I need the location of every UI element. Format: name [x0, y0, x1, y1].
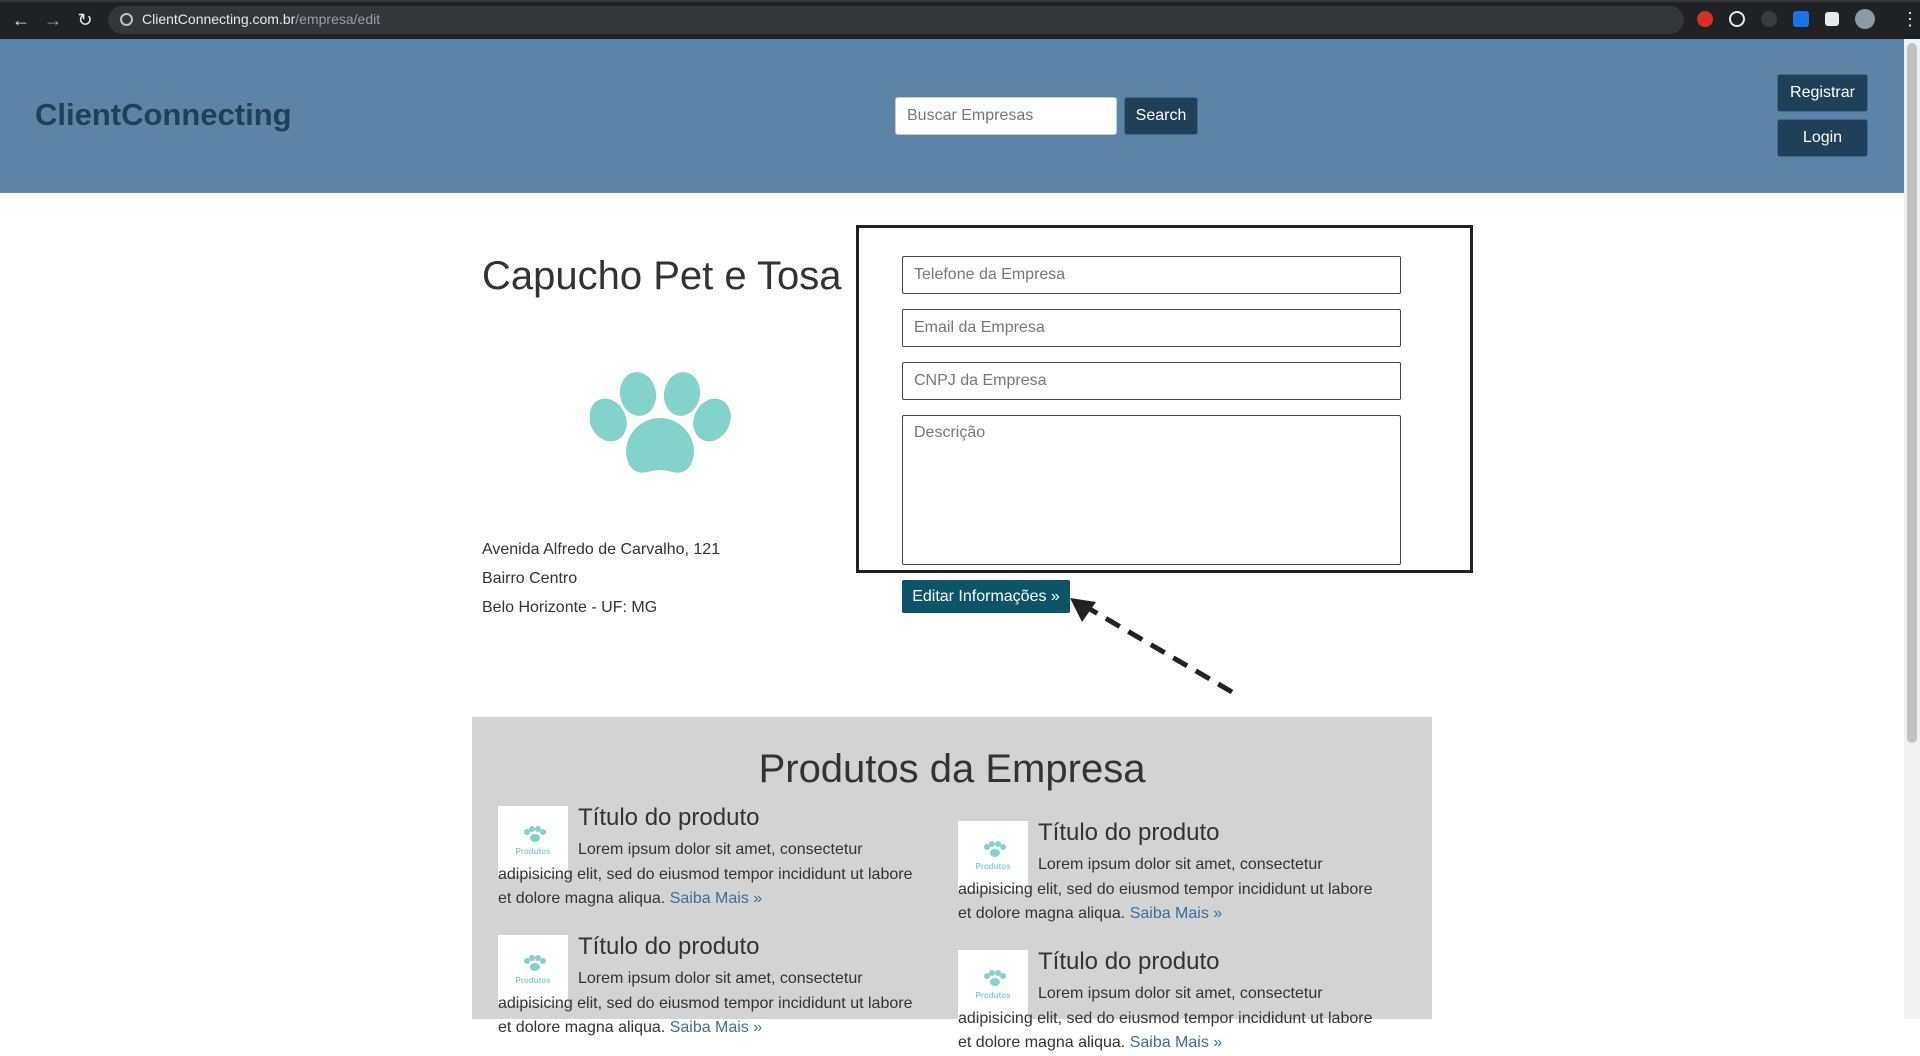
site-info-icon[interactable]: [120, 13, 133, 26]
company-name: Capucho Pet e Tosa: [482, 254, 842, 298]
cnpj-field[interactable]: [902, 362, 1401, 400]
edit-info-button[interactable]: Editar Informações »: [902, 580, 1070, 613]
product-description: Lorem ipsum dolor sit amet, consectetur …: [498, 967, 928, 1041]
login-button[interactable]: Login: [1777, 119, 1868, 157]
reload-icon[interactable]: ↻: [74, 9, 96, 31]
page-scrollbar[interactable]: [1904, 39, 1920, 1019]
browser-toolbar: ← → ↻ ClientConnecting.com.br/empresa/ed…: [0, 0, 1920, 39]
tab-strip-edge: [0, 0, 1920, 2]
brand-logo-text[interactable]: ClientConnecting: [35, 97, 292, 133]
read-more-link[interactable]: Saiba Mais »: [1130, 905, 1223, 922]
read-more-link[interactable]: Saiba Mais »: [670, 890, 763, 907]
products-title: Produtos da Empresa: [758, 747, 1146, 791]
browser-menu-icon[interactable]: ⋮: [1901, 9, 1919, 29]
react-devtools-icon[interactable]: [1729, 11, 1745, 27]
address-city: Belo Horizonte - UF: MG: [482, 599, 658, 616]
url-host: ClientConnecting.com.br: [142, 11, 296, 27]
description-field[interactable]: [902, 415, 1401, 565]
phone-field[interactable]: [902, 256, 1401, 294]
site-header: ClientConnecting Search Registrar Login: [0, 39, 1904, 193]
address-district: Bairro Centro: [482, 570, 578, 587]
scrollbar-thumb[interactable]: [1907, 43, 1917, 743]
extension-blue-icon[interactable]: [1793, 11, 1809, 27]
register-button[interactable]: Registrar: [1777, 74, 1868, 112]
address-url[interactable]: ClientConnecting.com.br/empresa/edit: [142, 11, 380, 27]
product-description: Lorem ipsum dolor sit amet, consectetur …: [498, 838, 928, 912]
extension-red-icon[interactable]: [1697, 11, 1713, 27]
forward-icon[interactable]: →: [42, 9, 64, 31]
product-title[interactable]: Título do produto: [578, 804, 759, 832]
extension-gray-icon[interactable]: [1761, 11, 1777, 27]
profile-avatar[interactable]: [1855, 9, 1875, 29]
products-section: Produtos da Empresa Produtos Título do p…: [472, 717, 1432, 1051]
product-title[interactable]: Título do produto: [578, 933, 759, 961]
read-more-link[interactable]: Saiba Mais »: [1130, 1034, 1223, 1051]
product-title[interactable]: Título do produto: [1038, 948, 1219, 976]
url-path: /empresa/edit: [295, 11, 381, 27]
product-description: Lorem ipsum dolor sit amet, consectetur …: [958, 853, 1388, 927]
email-field[interactable]: [902, 309, 1401, 347]
read-more-link[interactable]: Saiba Mais »: [670, 1019, 763, 1036]
annotation-arrow: [1070, 598, 1234, 695]
extensions-puzzle-icon[interactable]: [1825, 12, 1839, 26]
address-bar[interactable]: ClientConnecting.com.br/empresa/edit: [108, 6, 1684, 34]
product-title[interactable]: Título do produto: [1038, 819, 1219, 847]
search-input[interactable]: [895, 97, 1117, 135]
paw-icon: [589, 370, 734, 485]
back-icon[interactable]: ←: [10, 9, 32, 31]
address-street: Avenida Alfredo de Carvalho, 121: [482, 541, 721, 558]
search-button[interactable]: Search: [1124, 97, 1198, 135]
